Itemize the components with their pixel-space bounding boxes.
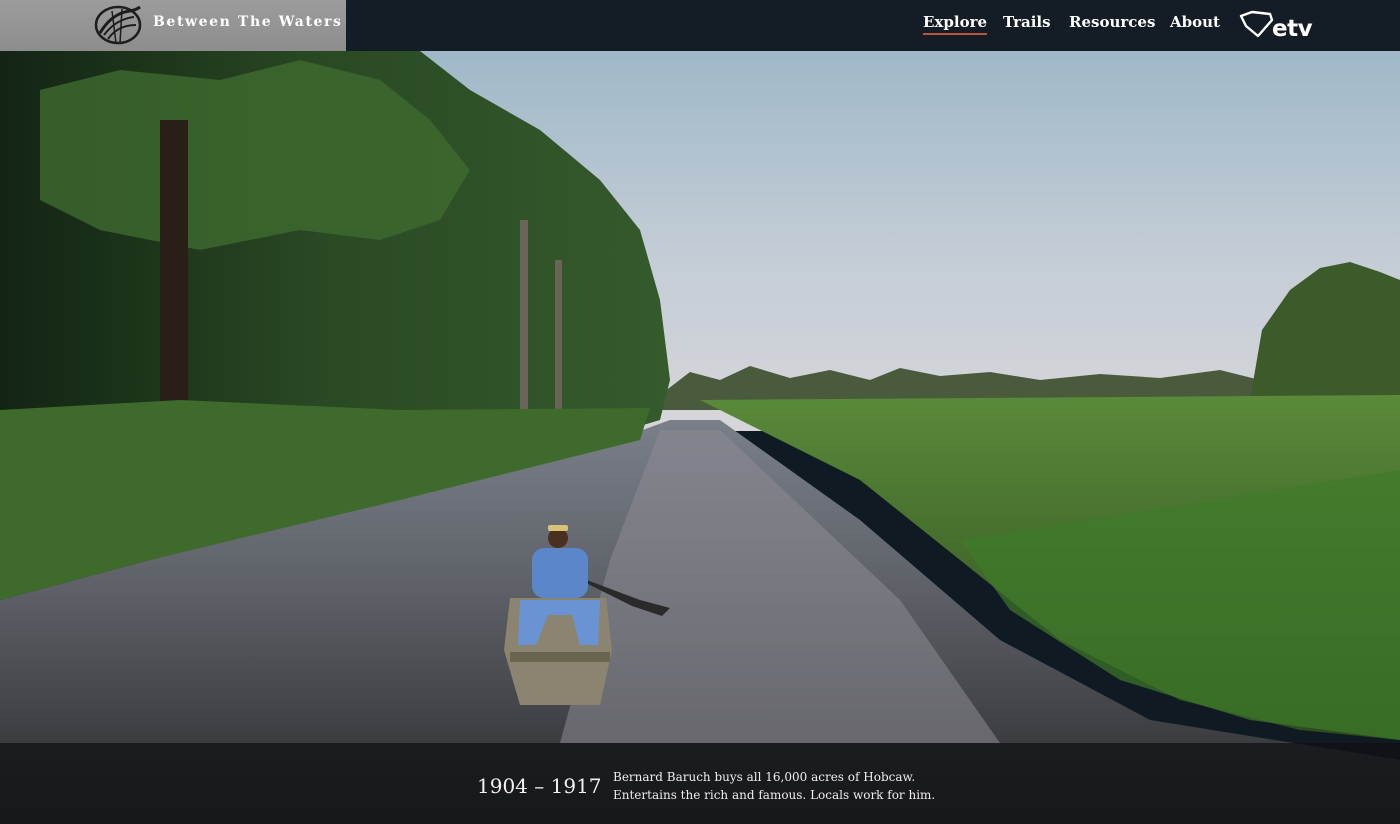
top-navigation-bar: Between The Waters Explore Trails Resour…	[0, 0, 1400, 51]
south-carolina-outline-icon	[1238, 10, 1274, 42]
main-nav: Explore Trails Resources About	[0, 0, 1400, 51]
etv-logo-text: etv	[1272, 16, 1313, 42]
hero-video-frame	[0, 0, 1400, 824]
nav-resources[interactable]: Resources	[1069, 13, 1155, 31]
nav-about[interactable]: About	[1170, 13, 1220, 31]
caption-years: 1904 – 1917	[477, 774, 602, 798]
nav-trails[interactable]: Trails	[1003, 13, 1051, 31]
marsh-creek-scene	[0, 51, 1400, 824]
caption-text: Bernard Baruch buys all 16,000 acres of …	[613, 770, 936, 802]
nav-explore[interactable]: Explore	[923, 13, 988, 35]
etv-logo-link[interactable]: etv	[1238, 8, 1322, 44]
